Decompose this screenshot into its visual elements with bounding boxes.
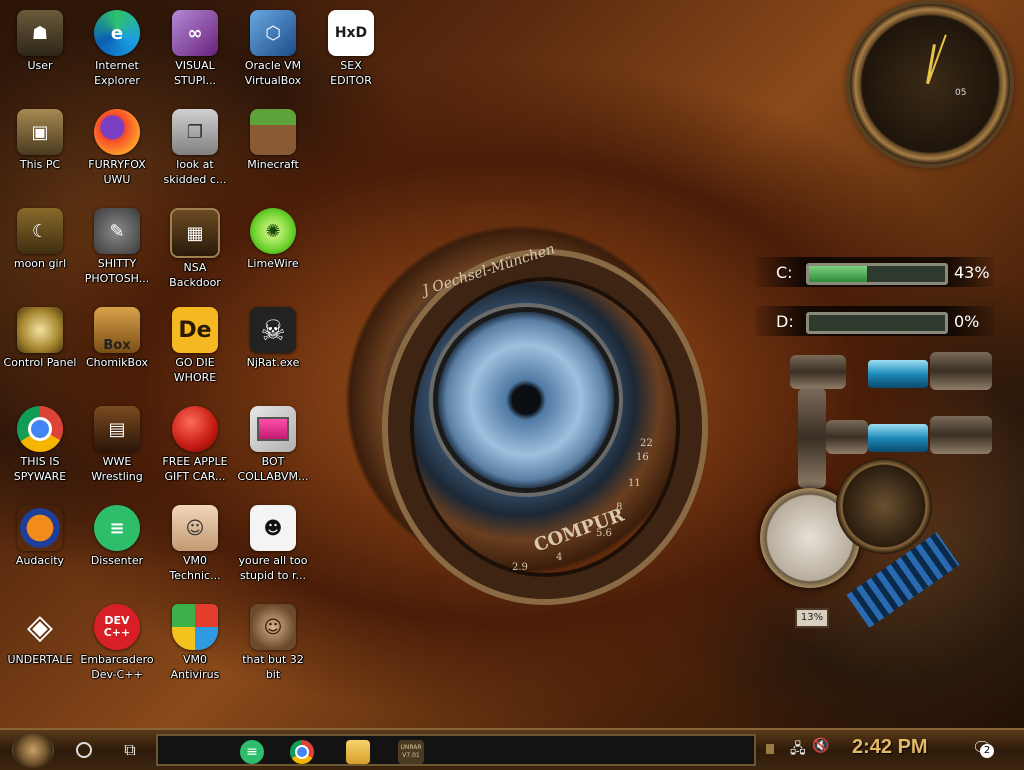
drive-letter: D:	[776, 312, 794, 331]
desktop-icon-nsa-backdoor[interactable]: ▦ NSA Backdoor	[155, 204, 235, 290]
chomikbox-icon: Box	[94, 307, 140, 353]
lightbulb-icon	[17, 307, 63, 353]
shortcut-stack-icon: ❐	[172, 109, 218, 155]
drive-gauge-c[interactable]: C: 43%	[756, 257, 994, 287]
devcpp-icon: DEV C++	[94, 604, 140, 650]
taskbar: ⧉ ≡ UNRAR V7.01 🖧 🔇 2:42 PM 🗨 2	[0, 728, 1024, 770]
pipe-cap	[930, 416, 992, 454]
picture-frame-icon: ▦	[170, 208, 220, 258]
volume-muted-icon[interactable]: 🔇	[812, 738, 829, 754]
desktop-icon-go-die-whore[interactable]: De GO DIE WHORE	[155, 303, 235, 385]
pipe-joint	[790, 355, 846, 389]
drive-percent: 43%	[954, 263, 990, 282]
search-button[interactable]	[70, 734, 98, 766]
gauge-track	[806, 312, 948, 334]
search-circle-icon	[76, 742, 92, 758]
shield-icon	[172, 604, 218, 650]
desktop-icon-bot-collabvm[interactable]: BOT COLLABVM...	[233, 402, 313, 484]
folder-icon: ☾	[17, 208, 63, 254]
desktop-icon-look-at-skidded[interactable]: ❐ look at skidded c...	[155, 105, 235, 187]
pipe-vertical	[798, 388, 826, 488]
task-view-icon: ⧉	[124, 740, 136, 759]
desktop-icon-dissenter[interactable]: ≡ Dissenter	[77, 501, 157, 568]
portrait-icon: ☺	[250, 604, 296, 650]
portrait-icon: ☻	[250, 505, 296, 551]
headphones-icon	[17, 505, 63, 551]
taskbar-dissenter[interactable]: ≡	[240, 740, 264, 764]
network-icon[interactable]: 🖧	[790, 738, 806, 762]
desktop-icon-limewire[interactable]: ✺ LimeWire	[233, 204, 313, 271]
desktop-icon-furryfox[interactable]: FURRYFOX UWU	[77, 105, 157, 187]
desktop-icon-this-is-spyware[interactable]: THIS IS SPYWARE	[0, 402, 80, 484]
desktop-icon-dev-cpp[interactable]: DEV C++ Embarcadero Dev-C++	[77, 600, 157, 682]
desktop-icon-free-apple-gift-card[interactable]: FREE APPLE GIFT CAR...	[155, 402, 235, 484]
desktop-icon-this-pc[interactable]: ▣ This PC	[0, 105, 80, 172]
pipe-tube-blue	[868, 360, 928, 388]
firefox-icon	[94, 109, 140, 155]
unity-icon: ◈	[26, 607, 54, 647]
task-view-button[interactable]: ⧉	[116, 734, 144, 766]
desktop-icon-internet-explorer[interactable]: e Internet Explorer	[77, 6, 157, 88]
desktop-icon-that-but-32-bit[interactable]: ☺ that but 32 bit	[233, 600, 313, 682]
clock-subdial: 05	[955, 88, 967, 98]
desktop-icon-shitty-photoshop[interactable]: ✎ SHITTY PHOTOSH...	[77, 204, 157, 286]
gauge-track	[806, 263, 948, 285]
pressure-dial-label: 13%	[795, 608, 829, 628]
pipe-cap	[930, 352, 992, 390]
chrome-icon	[17, 406, 63, 452]
apple-icon	[172, 406, 218, 452]
taskbar-unrar[interactable]: UNRAR V7.01	[398, 740, 424, 764]
computer-icon: ▣	[17, 109, 63, 155]
pipe-tube-blue	[868, 424, 928, 452]
desktop-icon-vm0-technic[interactable]: ☺ VM0 Technic...	[155, 501, 235, 583]
chat-bubble-icon: ≡	[94, 505, 140, 551]
gear-icon	[836, 458, 932, 554]
clock-widget[interactable]: 05	[850, 4, 1010, 164]
monitor-icon	[250, 406, 296, 452]
taskbar-apps: ≡ UNRAR V7.01	[156, 734, 756, 766]
tv-icon: ▤	[94, 406, 140, 452]
desktop-icon-njrat[interactable]: ☠ NjRat.exe	[233, 303, 313, 370]
taskbar-file-explorer[interactable]	[346, 740, 370, 764]
visual-studio-icon: ∞	[172, 10, 218, 56]
desktop-icon-control-panel[interactable]: Control Panel	[0, 303, 80, 370]
desktop-icon-visual-studio[interactable]: ∞ VISUAL STUPI...	[155, 6, 235, 88]
skull-icon: ☠	[250, 307, 296, 353]
desktop-icon-user[interactable]: ☗ User	[0, 6, 80, 73]
desktop-icon-youre-all-too-stupid[interactable]: ☻ youre all too stupid to r...	[233, 501, 313, 583]
user-folder-icon: ☗	[17, 10, 63, 56]
taskbar-clock[interactable]: 2:42 PM	[852, 736, 928, 759]
start-button[interactable]	[12, 732, 54, 768]
hxd-icon: HxD	[328, 10, 374, 56]
doctor-icon: ☺	[172, 505, 218, 551]
grass-block-icon	[250, 109, 296, 155]
notification-count-badge: 2	[980, 744, 994, 758]
edge-icon: e	[94, 10, 140, 56]
gauge-fill	[809, 266, 868, 282]
desktop-icon-minecraft[interactable]: Minecraft	[233, 105, 313, 172]
show-hidden-icons[interactable]	[766, 744, 774, 754]
desktop-icon-virtualbox[interactable]: ⬡ Oracle VM VirtualBox	[233, 6, 313, 88]
desktop-icon-vm0-antivirus[interactable]: VM0 Antivirus	[155, 600, 235, 682]
taskbar-chrome[interactable]	[290, 740, 314, 764]
drive-gauge-d[interactable]: D: 0%	[756, 306, 994, 336]
desktop-icon-audacity[interactable]: Audacity	[0, 501, 80, 568]
lime-icon: ✺	[250, 208, 296, 254]
de-icon: De	[172, 307, 218, 353]
wallpaper-eye-lens	[438, 312, 614, 488]
desktop-icon-sex-editor[interactable]: HxD SEX EDITOR	[311, 6, 391, 88]
desktop-icon-chomikbox[interactable]: Box ChomikBox	[77, 303, 157, 370]
desktop-icon-wwe-wrestling[interactable]: ▤ WWE Wrestling	[77, 402, 157, 484]
virtualbox-icon: ⬡	[250, 10, 296, 56]
desktop-icon-moon-girl[interactable]: ☾ moon girl	[0, 204, 80, 271]
pipe-joint	[826, 420, 868, 454]
desktop-icon-undertale[interactable]: ◈ UNDERTALE	[0, 600, 80, 667]
chrome-center-icon	[295, 745, 309, 759]
drive-percent: 0%	[954, 312, 980, 331]
gimp-icon: ✎	[94, 208, 140, 254]
drive-letter: C:	[776, 263, 793, 282]
